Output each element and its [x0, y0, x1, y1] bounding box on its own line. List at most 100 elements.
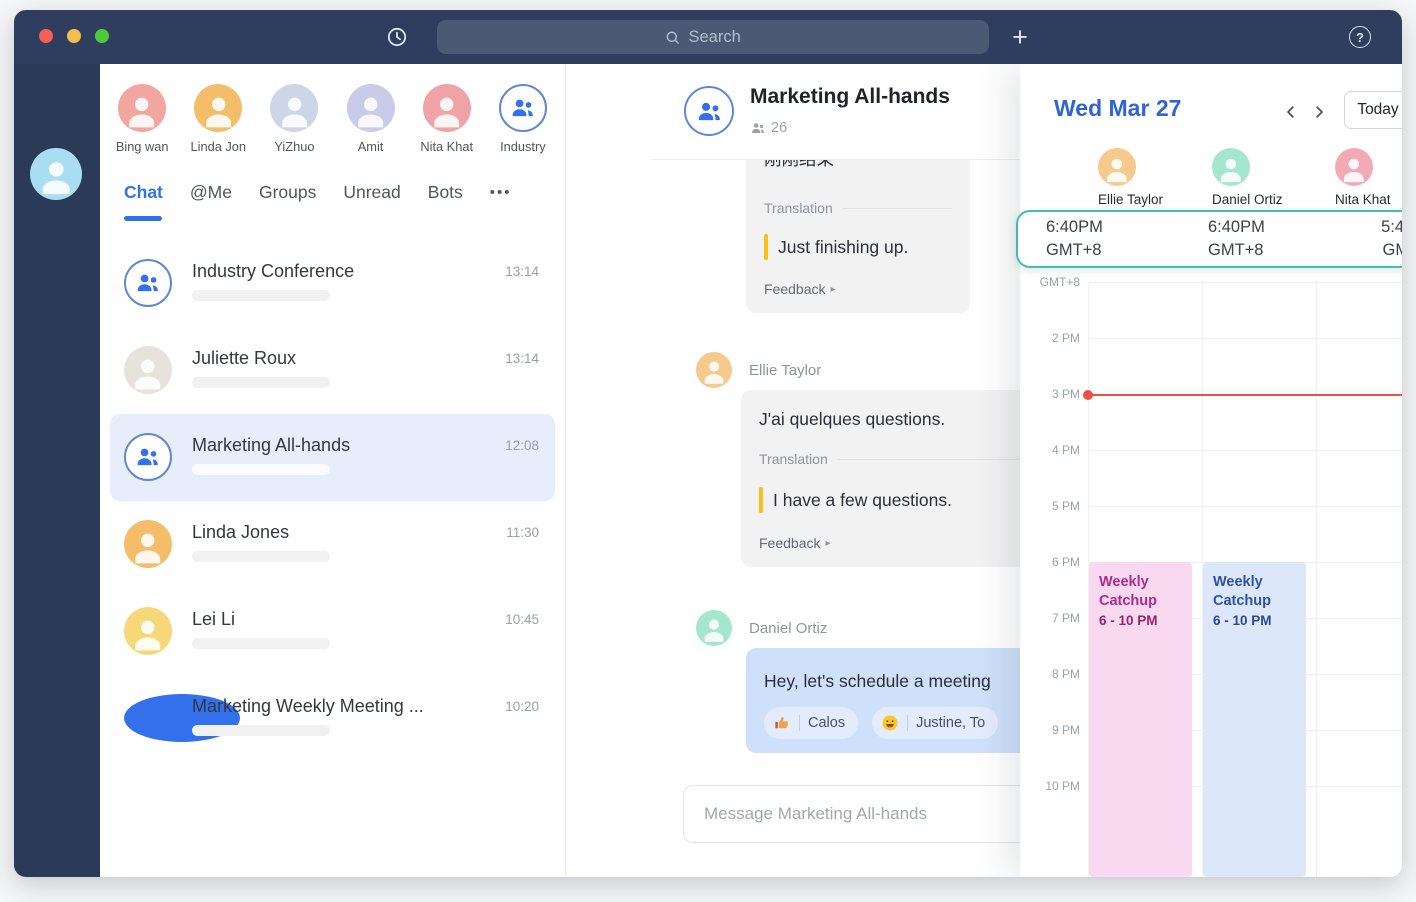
attendee-name: Daniel Ortiz — [1212, 192, 1283, 207]
chevron-right-icon[interactable] — [1306, 99, 1332, 125]
search-bar[interactable] — [437, 20, 989, 54]
more-tabs-icon[interactable]: ••• — [490, 184, 512, 205]
conversation-avatar — [124, 520, 172, 568]
timezone-cell: 5:40PM GMT+7 — [1378, 216, 1402, 262]
conversation-time: 12:08 — [505, 438, 539, 453]
feedback-link[interactable]: Feedback ▸ — [764, 281, 952, 297]
hour-label: 2 PM — [1051, 331, 1080, 345]
contact-item[interactable]: Linda Jon — [180, 84, 256, 154]
conversation-item[interactable]: Juliette Roux 13:14 — [110, 327, 555, 414]
minimize-button[interactable] — [67, 29, 81, 43]
reaction-names: Calos — [808, 715, 846, 731]
tab-item[interactable]: Chat — [124, 182, 163, 221]
timezone-label: GMT+7 — [1382, 241, 1402, 259]
translation-accent-bar — [764, 234, 768, 260]
sender-name: Daniel Ortiz — [749, 619, 828, 637]
today-button[interactable]: Today — [1344, 91, 1402, 129]
contact-name: YiZhuo — [274, 139, 315, 154]
calendar-panel: Wed Mar 27 Today Ellie Taylor Daniel Ort… — [1016, 64, 1402, 877]
translation-label: Translation — [764, 200, 833, 216]
conversation-avatar — [124, 346, 172, 394]
contact-item[interactable]: Industry — [485, 84, 561, 154]
contact-item[interactable]: Nita Khat — [409, 84, 485, 154]
event-title: Weekly Catchup — [1099, 574, 1157, 609]
timezone-cell: 6:40PM GMT+8 — [1046, 216, 1208, 262]
calendar-event[interactable]: Weekly Catchup 6 - 10 PM — [1089, 562, 1192, 877]
tab-item[interactable]: @Me — [190, 182, 232, 207]
conversation-item[interactable]: Marketing All-hands 12:08 — [110, 414, 555, 501]
reaction-names: Justine, To — [916, 715, 986, 731]
add-icon[interactable]: + — [1008, 24, 1032, 51]
event-time: 6 - 10 PM — [1099, 612, 1158, 628]
contact-avatar — [346, 84, 395, 132]
thumbs-up-icon — [773, 714, 791, 732]
contact-avatar — [270, 84, 319, 132]
message-translated-text: I have a few questions. — [773, 490, 952, 510]
conversation-name: Linda Jones — [192, 522, 290, 542]
attendee-column-header[interactable]: Nita Khat — [1325, 148, 1391, 207]
attendee-avatar — [1212, 148, 1250, 186]
message-input[interactable] — [683, 785, 1035, 843]
zoom-button[interactable] — [95, 29, 109, 43]
sender-avatar[interactable] — [696, 352, 732, 388]
search-input[interactable] — [688, 27, 763, 47]
local-time: 5:40PM — [1381, 217, 1402, 236]
message-preview-placeholder — [192, 638, 330, 649]
chip-divider — [799, 715, 800, 731]
chat-tabs: Chat @Me Groups Unread Bots ••• — [124, 182, 512, 221]
conversation-item[interactable]: Linda Jones 11:30 — [110, 501, 555, 588]
message-sender-row: Daniel Ortiz — [696, 610, 827, 646]
conversation-item[interactable]: Lei Li 10:45 — [110, 588, 555, 675]
tab-item[interactable]: Unread — [343, 182, 400, 207]
attendee-column-header[interactable]: Daniel Ortiz — [1202, 148, 1325, 207]
close-button[interactable] — [39, 29, 53, 43]
contact-item[interactable]: YiZhuo — [256, 84, 332, 154]
reaction-chip[interactable]: Calos — [764, 707, 859, 739]
event-time: 6 - 10 PM — [1213, 612, 1272, 628]
timezone-label: GMT+8 — [1208, 241, 1264, 259]
contact-item[interactable]: Amit — [333, 84, 409, 154]
hour-label: GMT+8 — [1039, 275, 1080, 289]
message-preview-placeholder — [192, 551, 330, 562]
sender-avatar[interactable] — [696, 610, 732, 646]
tab-item[interactable]: Bots — [428, 182, 463, 207]
conversation-item[interactable]: Industry Conference 13:14 — [110, 240, 555, 327]
timezone-comparison-pill: 6:40PM GMT+8 6:40PM GMT+8 5:40PM GMT+7 — [1016, 210, 1402, 268]
conversation-name: Juliette Roux — [192, 348, 297, 368]
calendar-grid[interactable]: GMT+8 2 PM 3 PM 4 PM 5 PM 6 PM 7 PM 8 PM… — [1040, 275, 1402, 877]
hour-label: 10 PM — [1045, 779, 1080, 793]
conversation-name: Marketing All-hands — [192, 435, 351, 455]
conversation-time: 13:14 — [505, 264, 539, 279]
help-icon[interactable]: ? — [1348, 25, 1372, 49]
column-divider — [1316, 282, 1317, 877]
sender-name: Ellie Taylor — [749, 361, 822, 379]
feedback-link[interactable]: Feedback ▸ — [759, 535, 1025, 551]
conversation-header-avatar[interactable] — [684, 86, 734, 136]
message-bubble: J'ai quelques questions. Translation I h… — [741, 390, 1043, 567]
timezone-cell: 6:40PM GMT+8 — [1208, 216, 1378, 262]
message-bubble: Hey, let's schedule a meeting Calos Just… — [746, 648, 1064, 753]
conversation-item[interactable]: Marketing Weekly Meeting ... 10:20 — [110, 675, 555, 762]
member-count[interactable]: 26 — [750, 120, 787, 136]
attendee-avatar — [1098, 148, 1136, 186]
conversation-name: Lei Li — [192, 609, 236, 629]
history-icon[interactable] — [385, 25, 409, 49]
reaction-chip[interactable]: Justine, To — [872, 707, 999, 739]
attendee-name: Nita Khat — [1335, 192, 1391, 207]
caret-icon: ▸ — [830, 283, 836, 295]
contact-name: Amit — [357, 139, 384, 154]
tab-item[interactable]: Groups — [259, 182, 316, 207]
hour-row: 2 PM — [1052, 331, 1402, 394]
hour-label: 3 PM — [1051, 387, 1080, 401]
local-time: 6:40PM — [1046, 217, 1103, 236]
contact-item[interactable]: Bing wan — [104, 84, 180, 154]
event-title: Weekly Catchup — [1213, 574, 1271, 609]
user-avatar[interactable] — [30, 148, 82, 200]
message-preview-placeholder — [192, 290, 330, 301]
calendar-event[interactable]: Weekly Catchup 6 - 10 PM — [1203, 562, 1306, 877]
attendee-column-header[interactable]: Ellie Taylor — [1088, 148, 1202, 207]
attendee-name: Ellie Taylor — [1098, 192, 1164, 207]
message-preview-placeholder — [192, 464, 330, 475]
message-translated-text: Just finishing up. — [778, 237, 909, 257]
chevron-left-icon[interactable] — [1278, 99, 1304, 125]
